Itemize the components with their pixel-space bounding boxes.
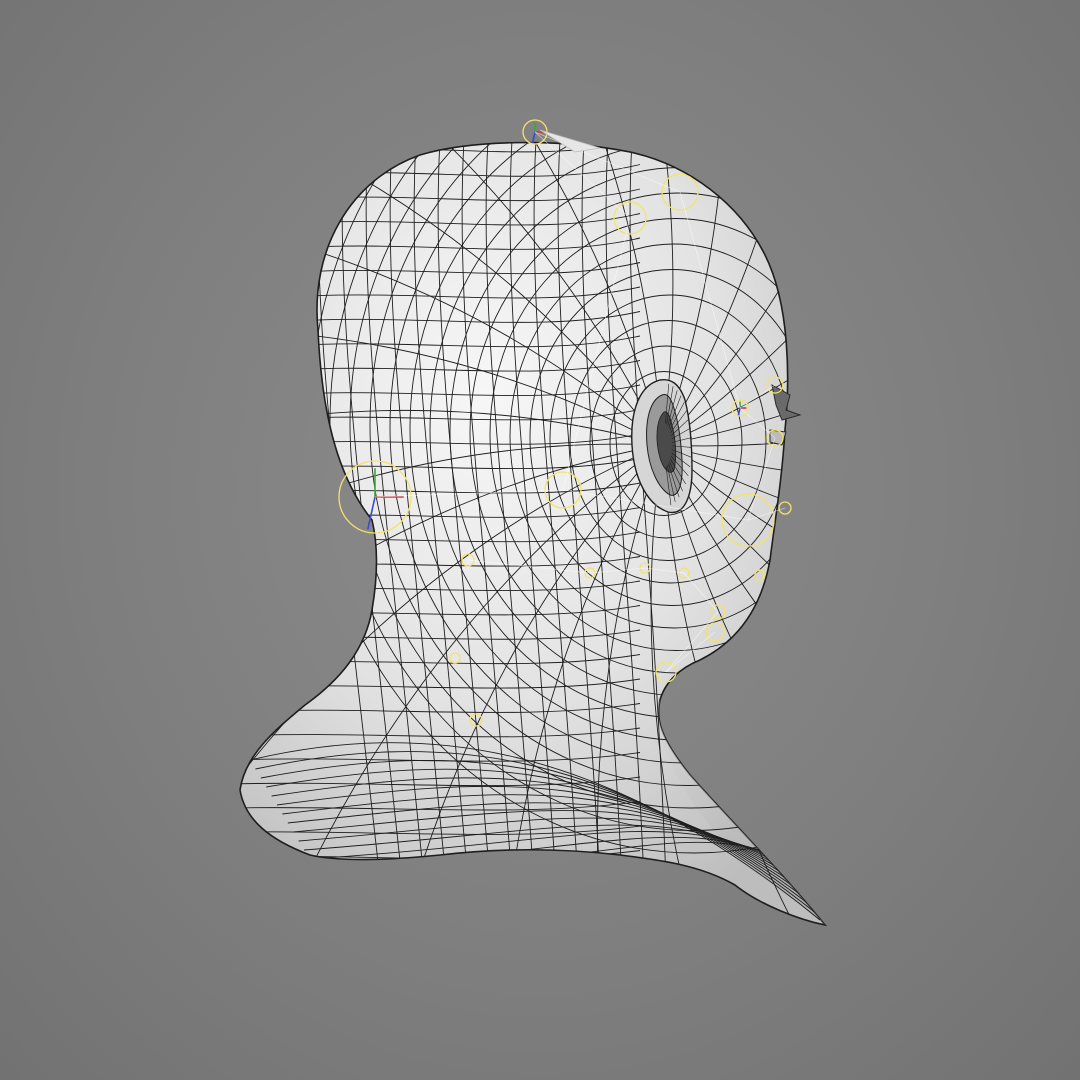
axis-z (531, 131, 536, 143)
3d-viewport[interactable] (0, 0, 1080, 1080)
head-mesh[interactable] (142, 0, 1080, 1002)
scene-canvas[interactable] (0, 0, 1080, 1080)
